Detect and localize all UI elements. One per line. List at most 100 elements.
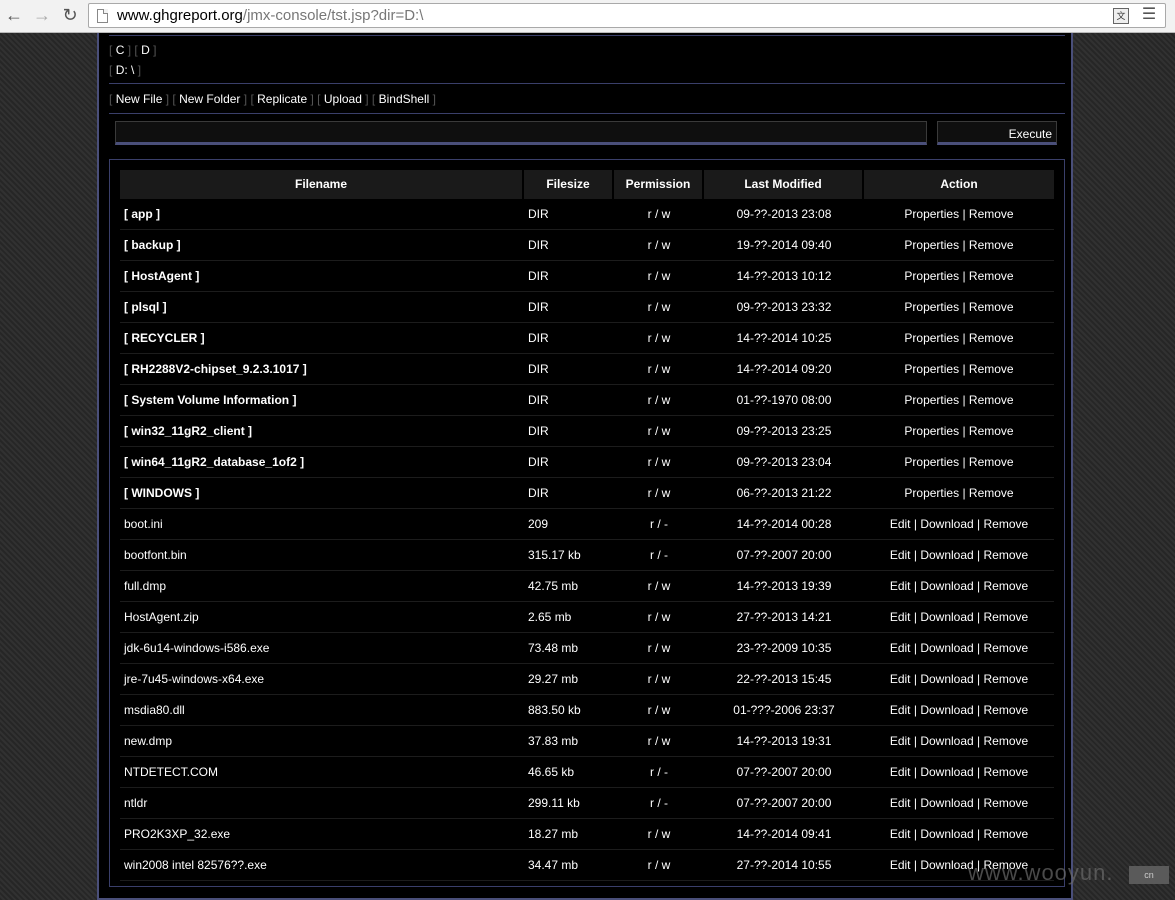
download-link[interactable]: Download xyxy=(920,548,973,562)
separator: | xyxy=(977,672,981,686)
back-arrow-icon[interactable]: ← xyxy=(2,4,26,26)
folder-name-link[interactable]: [ backup ] xyxy=(120,230,524,260)
folder-name-link[interactable]: [ WINDOWS ] xyxy=(120,478,524,508)
remove-link[interactable]: Remove xyxy=(984,765,1029,779)
drive-c-link[interactable]: C xyxy=(116,43,125,57)
properties-link[interactable]: Properties xyxy=(904,424,959,438)
header-filesize[interactable]: Filesize xyxy=(524,170,612,199)
remove-link[interactable]: Remove xyxy=(969,300,1014,314)
edit-link[interactable]: Edit xyxy=(890,517,911,531)
file-name-link[interactable]: bootfont.bin xyxy=(120,540,524,570)
bindshell-link[interactable]: BindShell xyxy=(379,92,430,106)
file-name-link[interactable]: PRO2K3XP_32.exe xyxy=(120,819,524,849)
download-link[interactable]: Download xyxy=(920,734,973,748)
download-link[interactable]: Download xyxy=(920,765,973,779)
remove-link[interactable]: Remove xyxy=(984,734,1029,748)
edit-link[interactable]: Edit xyxy=(890,765,911,779)
folder-name-link[interactable]: [ System Volume Information ] xyxy=(120,385,524,415)
header-filename[interactable]: Filename xyxy=(120,170,522,199)
file-permission: r / - xyxy=(650,517,668,531)
download-link[interactable]: Download xyxy=(920,672,973,686)
replicate-link[interactable]: Replicate xyxy=(257,92,307,106)
remove-link[interactable]: Remove xyxy=(984,517,1029,531)
edit-link[interactable]: Edit xyxy=(890,827,911,841)
current-path-link[interactable]: D: \ xyxy=(116,63,135,77)
edit-link[interactable]: Edit xyxy=(890,548,911,562)
forward-arrow-icon[interactable]: → xyxy=(30,4,54,26)
command-input[interactable] xyxy=(115,121,927,145)
properties-link[interactable]: Properties xyxy=(904,269,959,283)
properties-link[interactable]: Properties xyxy=(904,486,959,500)
remove-link[interactable]: Remove xyxy=(969,238,1014,252)
edit-link[interactable]: Edit xyxy=(890,579,911,593)
folder-name-link[interactable]: [ plsql ] xyxy=(120,292,524,322)
drive-d-link[interactable]: D xyxy=(141,43,150,57)
remove-link[interactable]: Remove xyxy=(984,579,1029,593)
file-name-link[interactable]: boot.ini xyxy=(120,509,524,539)
remove-link[interactable]: Remove xyxy=(984,641,1029,655)
reload-icon[interactable]: ↻ xyxy=(58,4,82,26)
remove-link[interactable]: Remove xyxy=(969,207,1014,221)
folder-name-link[interactable]: [ RECYCLER ] xyxy=(120,323,524,353)
file-name-link[interactable]: win2008 intel 82576??.exe xyxy=(120,850,524,880)
edit-link[interactable]: Edit xyxy=(890,641,911,655)
header-last-modified[interactable]: Last Modified xyxy=(704,170,862,199)
upload-link[interactable]: Upload xyxy=(324,92,362,106)
menu-icon[interactable]: ☰ xyxy=(1141,7,1157,25)
remove-link[interactable]: Remove xyxy=(969,455,1014,469)
properties-link[interactable]: Properties xyxy=(904,300,959,314)
folder-name-link[interactable]: [ HostAgent ] xyxy=(120,261,524,291)
header-permission[interactable]: Permission xyxy=(614,170,702,199)
folder-name-link[interactable]: [ win32_11gR2_client ] xyxy=(120,416,524,446)
folder-name-link[interactable]: [ win64_11gR2_database_1of2 ] xyxy=(120,447,524,477)
properties-link[interactable]: Properties xyxy=(904,331,959,345)
download-link[interactable]: Download xyxy=(920,641,973,655)
remove-link[interactable]: Remove xyxy=(984,703,1029,717)
file-name-link[interactable]: full.dmp xyxy=(120,571,524,601)
properties-link[interactable]: Properties xyxy=(904,362,959,376)
edit-link[interactable]: Edit xyxy=(890,672,911,686)
new-folder-link[interactable]: New Folder xyxy=(179,92,240,106)
file-row: HostAgent.zip 2.65 mb r / w 27-??-2013 14:2… xyxy=(120,602,1054,633)
translate-icon[interactable]: 文 xyxy=(1113,8,1129,24)
edit-link[interactable]: Edit xyxy=(890,703,911,717)
file-name-link[interactable]: jre-7u45-windows-x64.exe xyxy=(120,664,524,694)
execute-button[interactable]: Execute xyxy=(937,121,1057,145)
download-link[interactable]: Download xyxy=(920,579,973,593)
file-name-link[interactable]: new.dmp xyxy=(120,726,524,756)
address-bar[interactable]: www.ghgreport.org/jmx-console/tst.jsp?di… xyxy=(88,3,1166,28)
file-name-link[interactable]: NTDETECT.COM xyxy=(120,757,524,787)
properties-link[interactable]: Properties xyxy=(904,393,959,407)
remove-link[interactable]: Remove xyxy=(969,486,1014,500)
remove-link[interactable]: Remove xyxy=(984,827,1029,841)
properties-link[interactable]: Properties xyxy=(904,238,959,252)
download-link[interactable]: Download xyxy=(920,517,973,531)
download-link[interactable]: Download xyxy=(920,827,973,841)
download-link[interactable]: Download xyxy=(920,858,973,872)
edit-link[interactable]: Edit xyxy=(890,734,911,748)
folder-name-link[interactable]: [ RH2288V2-chipset_9.2.3.1017 ] xyxy=(120,354,524,384)
file-name-link[interactable]: ntldr xyxy=(120,788,524,818)
remove-link[interactable]: Remove xyxy=(969,331,1014,345)
properties-link[interactable]: Properties xyxy=(904,207,959,221)
new-file-link[interactable]: New File xyxy=(116,92,163,106)
remove-link[interactable]: Remove xyxy=(984,796,1029,810)
edit-link[interactable]: Edit xyxy=(890,858,911,872)
file-name-link[interactable]: msdia80.dll xyxy=(120,695,524,725)
remove-link[interactable]: Remove xyxy=(969,393,1014,407)
edit-link[interactable]: Edit xyxy=(890,796,911,810)
remove-link[interactable]: Remove xyxy=(984,610,1029,624)
remove-link[interactable]: Remove xyxy=(984,548,1029,562)
folder-name-link[interactable]: [ app ] xyxy=(120,199,524,229)
download-link[interactable]: Download xyxy=(920,796,973,810)
download-link[interactable]: Download xyxy=(920,703,973,717)
remove-link[interactable]: Remove xyxy=(969,424,1014,438)
remove-link[interactable]: Remove xyxy=(984,672,1029,686)
download-link[interactable]: Download xyxy=(920,610,973,624)
edit-link[interactable]: Edit xyxy=(890,610,911,624)
file-name-link[interactable]: jdk-6u14-windows-i586.exe xyxy=(120,633,524,663)
file-name-link[interactable]: HostAgent.zip xyxy=(120,602,524,632)
properties-link[interactable]: Properties xyxy=(904,455,959,469)
remove-link[interactable]: Remove xyxy=(969,362,1014,376)
remove-link[interactable]: Remove xyxy=(969,269,1014,283)
